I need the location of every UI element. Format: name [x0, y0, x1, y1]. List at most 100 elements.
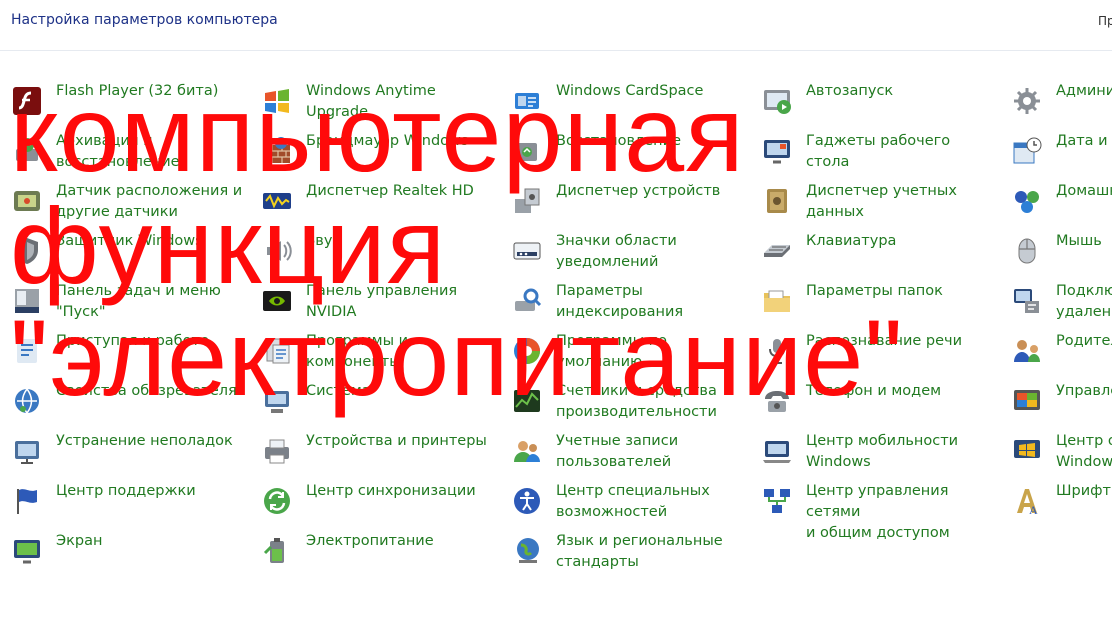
cp-item-keyboard[interactable]: Клавиатура — [750, 226, 1000, 276]
cp-item-label[interactable]: Звук — [306, 231, 496, 252]
cp-item-troubleshooting[interactable]: Устранение неполадок — [0, 426, 250, 476]
cp-item-sound[interactable]: Звук — [250, 226, 500, 276]
cp-item-windows-mobility-center[interactable]: Центр мобильности Windows — [750, 426, 1000, 476]
cp-item-flash-player[interactable]: Flash Player (32 бита) — [0, 76, 250, 126]
cp-item-label[interactable]: Значки области уведомлений — [556, 231, 746, 273]
cp-item-label[interactable]: Центр мобильности Windows — [806, 431, 996, 473]
cp-item-label[interactable]: Клавиатура — [806, 231, 996, 252]
cp-item-label[interactable]: Подклю удаленн — [1056, 281, 1112, 323]
cp-item-autoplay[interactable]: Автозапуск — [750, 76, 1000, 126]
cp-item-label[interactable]: Диспетчер учетных данных — [806, 181, 996, 223]
cp-item-label[interactable]: Устройства и принтеры — [306, 431, 496, 452]
cp-item-programs-features[interactable]: Программы и компоненты — [250, 326, 500, 376]
cp-item-label[interactable]: Приступая к работе — [56, 331, 246, 352]
cp-item-device-manager[interactable]: Диспетчер устройств — [500, 176, 750, 226]
cp-item-label[interactable]: Панель задач и меню "Пуск" — [56, 281, 246, 323]
cp-item-region-language[interactable]: Язык и региональные стандарты — [500, 526, 750, 576]
cp-item-label[interactable]: Центр поддержки — [56, 481, 246, 502]
cp-item-system[interactable]: Система — [250, 376, 500, 426]
cp-item-getting-started[interactable]: Приступая к работе — [0, 326, 250, 376]
cp-item-label[interactable]: Программы и компоненты — [306, 331, 496, 373]
cp-item-remoteapp-connections[interactable]: Подклю удаленн — [1000, 276, 1112, 326]
cp-item-folder-options[interactable]: Параметры папок — [750, 276, 1000, 326]
cp-item-power-options[interactable]: Электропитание — [250, 526, 500, 576]
cp-item-taskbar-start-menu[interactable]: Панель задач и меню "Пуск" — [0, 276, 250, 326]
cp-item-windows-defender[interactable]: Защитник Windows — [0, 226, 250, 276]
cp-item-label[interactable]: Управле — [1056, 381, 1112, 402]
cp-item-backup-restore[interactable]: Архивация и восстановление — [0, 126, 250, 176]
cp-item-mouse[interactable]: Мышь — [1000, 226, 1112, 276]
cp-item-indexing-options[interactable]: Параметры индексирования — [500, 276, 750, 326]
cp-item-color-management[interactable]: Управле — [1000, 376, 1112, 426]
cp-item-windows-firewall[interactable]: Брандмауэр Windows — [250, 126, 500, 176]
cp-item-label[interactable]: Windows Anytime Upgrade — [306, 81, 496, 123]
cp-item-label[interactable]: Параметры папок — [806, 281, 996, 302]
cp-item-desktop-gadgets[interactable]: Гаджеты рабочего стола — [750, 126, 1000, 176]
cp-item-label[interactable]: Windows CardSpace — [556, 81, 746, 102]
cp-item-label[interactable]: Центр синхронизации — [306, 481, 496, 502]
cp-item-label[interactable]: Восстановление — [556, 131, 746, 152]
cp-item-label[interactable]: Телефон и модем — [806, 381, 996, 402]
cp-item-label[interactable]: Счетчики и средства производительности — [556, 381, 746, 423]
cp-item-label[interactable]: Устранение неполадок — [56, 431, 246, 452]
cp-item-homegroup[interactable]: Домашн — [1000, 176, 1112, 226]
cp-item-label[interactable]: Электропитание — [306, 531, 496, 552]
cp-item-user-accounts[interactable]: Учетные записи пользователей — [500, 426, 750, 476]
cp-item-sync-center[interactable]: Центр синхронизации — [250, 476, 500, 526]
cp-item-label[interactable]: Датчик расположения и другие датчики — [56, 181, 246, 223]
notification-area-icon — [511, 235, 543, 267]
cp-item-phone-modem[interactable]: Телефон и модем — [750, 376, 1000, 426]
cp-item-speech-recognition[interactable]: Распознавание речи — [750, 326, 1000, 376]
cp-item-label[interactable]: Параметры индексирования — [556, 281, 746, 323]
cp-item-label[interactable]: Домашн — [1056, 181, 1112, 202]
cp-item-realtek-hd-manager[interactable]: Диспетчер Realtek HD — [250, 176, 500, 226]
cp-item-label[interactable]: Мышь — [1056, 231, 1112, 252]
cp-item-label[interactable]: Свойства обозревателя — [56, 381, 246, 402]
cp-item-credential-manager[interactable]: Диспетчер учетных данных — [750, 176, 1000, 226]
speaker-icon — [261, 235, 293, 267]
cp-item-location-sensors[interactable]: Датчик расположения и другие датчики — [0, 176, 250, 226]
cp-item-action-center[interactable]: Центр поддержки — [0, 476, 250, 526]
cp-item-label[interactable]: Автозапуск — [806, 81, 996, 102]
cp-item-performance-tools[interactable]: Счетчики и средства производительности — [500, 376, 750, 426]
cp-item-display[interactable]: Экран — [0, 526, 250, 576]
cp-item-label[interactable]: Архивация и восстановление — [56, 131, 246, 173]
cp-item-devices-printers[interactable]: Устройства и принтеры — [250, 426, 500, 476]
cp-item-label[interactable]: Учетные записи пользователей — [556, 431, 746, 473]
cp-item-label[interactable]: Админи — [1056, 81, 1112, 102]
cp-item-recovery[interactable]: Восстановление — [500, 126, 750, 176]
cp-item-label[interactable]: Экран — [56, 531, 246, 552]
cp-item-label[interactable]: Язык и региональные стандарты — [556, 531, 746, 573]
cp-item-label[interactable]: Гаджеты рабочего стола — [806, 131, 996, 173]
cp-item-label[interactable]: Диспетчер устройств — [556, 181, 746, 202]
cp-item-nvidia-control-panel[interactable]: Панель управления NVIDIA — [250, 276, 500, 326]
internet-options-icon — [11, 385, 43, 417]
cp-item-network-sharing-center[interactable]: Центр управления сетями и общим доступом — [750, 476, 1000, 541]
cp-item-fonts[interactable]: A Шрифты — [1000, 476, 1112, 526]
cp-item-date-time[interactable]: Дата и в — [1000, 126, 1112, 176]
cp-item-label[interactable]: Центр специальных возможностей — [556, 481, 746, 523]
cp-item-label[interactable]: Программы по умолчанию — [556, 331, 746, 373]
cp-item-label[interactable]: Брандмауэр Windows — [306, 131, 496, 152]
cp-item-label[interactable]: Панель управления NVIDIA — [306, 281, 496, 323]
cp-item-label[interactable]: Центр управления сетями и общим доступом — [806, 481, 996, 544]
cp-item-label[interactable]: Распознавание речи — [806, 331, 996, 352]
cp-item-internet-options[interactable]: Свойства обозревателя — [0, 376, 250, 426]
cp-item-ease-of-access[interactable]: Центр специальных возможностей — [500, 476, 750, 526]
cp-item-label[interactable]: Диспетчер Realtek HD — [306, 181, 496, 202]
view-by-label[interactable]: Пр — [1098, 14, 1112, 28]
cp-item-label[interactable]: Шрифты — [1056, 481, 1112, 502]
cp-item-windows-anytime-upgrade[interactable]: Windows Anytime Upgrade — [250, 76, 500, 126]
cp-item-windows-cardspace[interactable]: Windows CardSpace — [500, 76, 750, 126]
cp-item-label[interactable]: Центр о Window — [1056, 431, 1112, 473]
cp-item-notification-area-icons[interactable]: Значки области уведомлений — [500, 226, 750, 276]
cp-item-label[interactable]: Flash Player (32 бита) — [56, 81, 246, 102]
cp-item-label[interactable]: Система — [306, 381, 496, 402]
cp-item-parental-controls[interactable]: Родител — [1000, 326, 1112, 376]
cp-item-default-programs[interactable]: Программы по умолчанию — [500, 326, 750, 376]
cp-item-label[interactable]: Дата и в — [1056, 131, 1112, 152]
cp-item-windows-update[interactable]: Центр о Window — [1000, 426, 1112, 476]
cp-item-administrative-tools[interactable]: Админи — [1000, 76, 1112, 126]
cp-item-label[interactable]: Родител — [1056, 331, 1112, 352]
cp-item-label[interactable]: Защитник Windows — [56, 231, 246, 252]
